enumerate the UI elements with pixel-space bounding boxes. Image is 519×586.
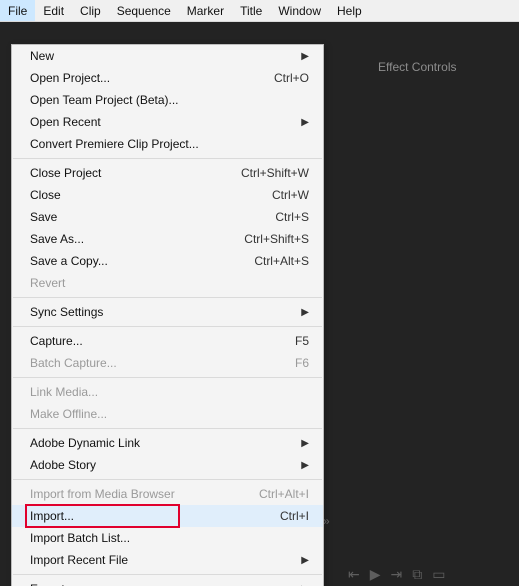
file-menu-batch-capture: Batch Capture... F6	[12, 352, 323, 374]
menu-item-label: Batch Capture...	[30, 356, 117, 370]
step-forward-icon[interactable]: ⇥	[391, 566, 403, 583]
menu-item-label: Import from Media Browser	[30, 487, 175, 501]
file-menu-save[interactable]: Save Ctrl+S	[12, 206, 323, 228]
file-menu-close[interactable]: Close Ctrl+W	[12, 184, 323, 206]
menu-item-label: Save a Copy...	[30, 254, 108, 268]
file-menu-import[interactable]: Import... Ctrl+I	[12, 505, 323, 527]
file-menu-save-as[interactable]: Save As... Ctrl+Shift+S	[12, 228, 323, 250]
menu-marker[interactable]: Marker	[179, 0, 232, 21]
overlay-icon[interactable]: ⧉	[412, 566, 422, 583]
menu-separator	[13, 326, 322, 327]
menu-item-shortcut: F5	[295, 334, 309, 348]
menu-item-label: Import Batch List...	[30, 531, 130, 545]
step-back-icon[interactable]: ⇤	[348, 566, 360, 583]
menu-item-shortcut: Ctrl+O	[274, 71, 309, 85]
menu-item-label: Sync Settings	[30, 305, 103, 319]
file-menu-link-media: Link Media...	[12, 381, 323, 403]
menu-item-label: Import Recent File	[30, 553, 128, 567]
play-icon[interactable]: ▶	[370, 566, 381, 583]
menu-item-label: Close Project	[30, 166, 101, 180]
menu-item-shortcut: Ctrl+Shift+W	[241, 166, 309, 180]
chevron-right-icon: ▶	[301, 51, 309, 62]
file-menu-sync-settings[interactable]: Sync Settings ▶	[12, 301, 323, 323]
file-menu-open-project[interactable]: Open Project... Ctrl+O	[12, 67, 323, 89]
menu-item-shortcut: Ctrl+Shift+S	[244, 232, 309, 246]
menu-item-label: Adobe Dynamic Link	[30, 436, 140, 450]
menu-separator	[13, 377, 322, 378]
file-menu-export[interactable]: Export▶	[12, 578, 323, 586]
menu-item-label: Revert	[30, 276, 65, 290]
menu-sequence[interactable]: Sequence	[109, 0, 179, 21]
menu-item-label: Make Offline...	[30, 407, 107, 421]
menu-item-label: Capture...	[30, 334, 83, 348]
menu-file[interactable]: File	[0, 0, 35, 21]
chevron-right-icon: ▶	[301, 555, 309, 566]
file-menu-import-recent-file[interactable]: Import Recent File ▶	[12, 549, 323, 571]
chevron-right-icon: ▶	[301, 438, 309, 449]
menu-item-label: Save As...	[30, 232, 84, 246]
menu-separator	[13, 428, 322, 429]
file-menu-adobe-story[interactable]: Adobe Story ▶	[12, 454, 323, 476]
dock-toolbar: ⇤ ▶ ⇥ ⧉ ▭	[348, 566, 445, 583]
menu-item-label: Save	[30, 210, 57, 224]
menu-item-label: Open Project...	[30, 71, 110, 85]
file-menu-new[interactable]: New ▶	[12, 45, 323, 67]
file-menu-dropdown[interactable]: New ▶ Open Project... Ctrl+O Open Team Proje…	[11, 44, 324, 586]
chevron-right-icon: ▶	[301, 307, 309, 318]
file-menu-import-batch-list[interactable]: Import Batch List...	[12, 527, 323, 549]
file-menu-import-from-media-browser: Import from Media Browser Ctrl+Alt+I	[12, 483, 323, 505]
menu-separator	[13, 479, 322, 480]
menu-separator	[13, 297, 322, 298]
file-menu-capture[interactable]: Capture... F5	[12, 330, 323, 352]
file-menu-make-offline: Make Offline...	[12, 403, 323, 425]
menubar: FileEditClipSequenceMarkerTitleWindowHel…	[0, 0, 519, 22]
file-menu-close-project[interactable]: Close Project Ctrl+Shift+W	[12, 162, 323, 184]
file-menu-revert: Revert	[12, 272, 323, 294]
menu-item-label: Open Recent	[30, 115, 101, 129]
menu-item-label: Open Team Project (Beta)...	[30, 93, 179, 107]
file-menu-save-a-copy[interactable]: Save a Copy... Ctrl+Alt+S	[12, 250, 323, 272]
menu-item-label: New	[30, 49, 54, 63]
chevron-right-icon: ▶	[301, 460, 309, 471]
menu-help[interactable]: Help	[329, 0, 370, 21]
menu-separator	[13, 158, 322, 159]
menu-clip[interactable]: Clip	[72, 0, 109, 21]
menu-item-label: Link Media...	[30, 385, 98, 399]
export-frame-icon[interactable]: ▭	[432, 566, 445, 583]
menu-item-shortcut: Ctrl+I	[280, 509, 309, 523]
file-menu-open-recent[interactable]: Open Recent ▶	[12, 111, 323, 133]
menu-item-shortcut: Ctrl+Alt+S	[254, 254, 309, 268]
menu-item-label: Convert Premiere Clip Project...	[30, 137, 199, 151]
menu-item-label: Adobe Story	[30, 458, 96, 472]
effect-controls-tab[interactable]: Effect Controls	[378, 60, 456, 74]
file-menu-open-team-project-beta[interactable]: Open Team Project (Beta)...	[12, 89, 323, 111]
menu-item-label: Close	[30, 188, 61, 202]
menu-edit[interactable]: Edit	[35, 0, 72, 21]
file-menu-adobe-dynamic-link[interactable]: Adobe Dynamic Link ▶	[12, 432, 323, 454]
menu-item-shortcut: Ctrl+S	[275, 210, 309, 224]
file-menu-convert-premiere-clip-project[interactable]: Convert Premiere Clip Project...	[12, 133, 323, 155]
menu-item-label: Export	[30, 582, 65, 586]
menu-item-shortcut: Ctrl+W	[272, 188, 309, 202]
menu-window[interactable]: Window	[270, 0, 329, 21]
menu-item-shortcut: F6	[295, 356, 309, 370]
chevron-right-icon: ▶	[301, 117, 309, 128]
menu-item-label: Import...	[30, 509, 74, 523]
menu-item-shortcut: Ctrl+Alt+I	[259, 487, 309, 501]
app-body: Effect Controls » ⇤ ▶ ⇥ ⧉ ▭ New ▶ Open Pro…	[0, 22, 519, 586]
playhead-chevron-icon: »	[323, 514, 330, 528]
menu-separator	[13, 574, 322, 575]
menu-title[interactable]: Title	[232, 0, 270, 21]
